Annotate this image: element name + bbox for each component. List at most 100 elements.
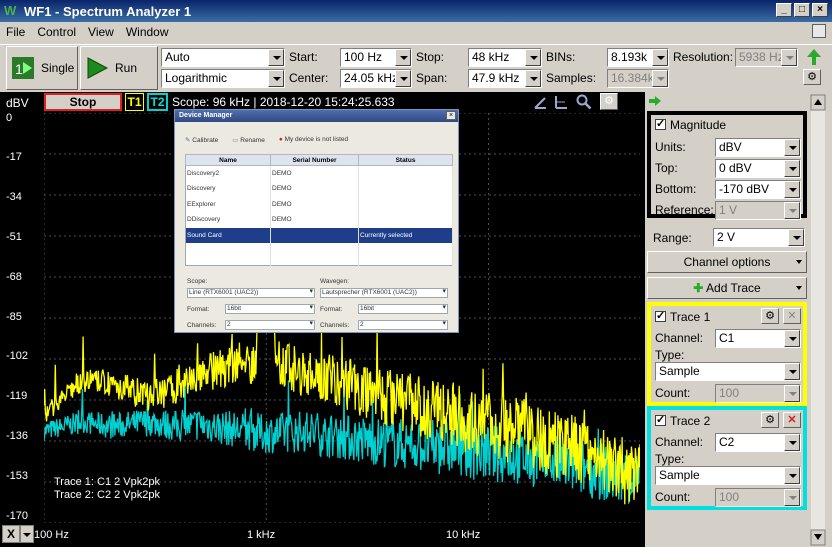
menu-window[interactable]: Window <box>120 25 175 39</box>
trace2-remove-button[interactable]: ✕ <box>783 412 801 428</box>
wavegen-channels-select[interactable]: 2 <box>358 320 448 330</box>
minimize-button[interactable]: _ <box>776 3 792 17</box>
channels-label-wavegen: Channels: <box>320 322 350 329</box>
trace1-checkbox[interactable]: Trace 1 <box>655 309 710 324</box>
y-tick: -17 <box>6 151 22 163</box>
bins-label: BINs: <box>546 50 576 64</box>
not-listed-button[interactable]: ● My device is not listed <box>279 136 348 144</box>
wavegen-format-select[interactable]: 16bit <box>358 304 448 314</box>
arrow-up-icon[interactable] <box>806 48 822 66</box>
trace1-channel-select[interactable]: C1 <box>715 329 801 348</box>
channel-label: Channel: <box>655 435 704 449</box>
gear-icon: ⚙ <box>765 414 775 426</box>
menu-control[interactable]: Control <box>31 25 82 39</box>
trace1-toggle[interactable]: T1 <box>125 93 144 111</box>
arrow-right-icon[interactable] <box>649 96 661 106</box>
center-frequency-input[interactable]: 24.05 kHz <box>340 69 412 88</box>
column-header[interactable]: Serial Number <box>270 154 359 166</box>
cursor-icon[interactable] <box>532 94 548 110</box>
resolution-label: Resolution: <box>673 50 734 64</box>
format-label-wavegen: Format: <box>320 306 343 313</box>
scrollbar[interactable] <box>810 94 826 547</box>
trace1-type-select[interactable]: Sample <box>655 362 801 381</box>
trigger-mode-select[interactable]: Auto <box>161 48 285 67</box>
single-button[interactable]: 1 Single <box>6 46 78 90</box>
trace2-settings-button[interactable]: ⚙ <box>761 412 779 428</box>
device-table: Name Serial Number Status Discovery2 DEMO… <box>185 154 453 266</box>
app-icon: W <box>4 3 17 18</box>
samples-label: Samples: <box>546 71 597 85</box>
menu-view[interactable]: View <box>82 25 120 39</box>
trace2-toggle[interactable]: T2 <box>147 93 168 111</box>
reference-input: 1 V <box>715 201 801 220</box>
channels-label: Channels: <box>187 322 217 329</box>
x-axis-selector[interactable]: X <box>2 525 20 543</box>
scope-info: Scope: 96 kHz | 2018-12-20 15:24:25.633 <box>172 95 395 109</box>
channel-options-button[interactable]: Channel options <box>647 251 807 273</box>
play-icon <box>87 57 109 79</box>
trace1-remove-button: ✕ <box>783 308 801 324</box>
menu-file[interactable]: File <box>0 25 31 39</box>
format-select[interactable]: 16bit <box>225 304 315 314</box>
close-button[interactable]: × <box>812 3 828 17</box>
legend-trace2: Trace 2: C2 2 Vpk2pk <box>54 489 160 501</box>
trace1-group: Trace 1 ⚙ ✕ Channel: C1 Type: Sample Cou… <box>647 302 807 406</box>
wavegen-select[interactable]: Lautsprecher (RTX6001 (UAC2)) <box>320 288 448 298</box>
restore-window-icon[interactable] <box>812 24 826 38</box>
bins-input[interactable]: 8.193k <box>607 48 669 67</box>
add-trace-button[interactable]: ✚ Add Trace <box>647 277 807 299</box>
samples-input: 16.384k <box>607 69 669 88</box>
trace2-type-select[interactable]: Sample <box>655 466 801 485</box>
channels-select[interactable]: 2 <box>225 320 315 330</box>
top-input[interactable]: 0 dBV <box>715 159 801 178</box>
units-select[interactable]: dBV <box>715 138 801 157</box>
bottom-input[interactable]: -170 dBV <box>715 180 801 199</box>
range-label: Range: <box>653 231 692 245</box>
calibrate-button[interactable]: ✎ Calibrate <box>185 136 218 144</box>
y-tick: -85 <box>6 311 22 323</box>
start-frequency-input[interactable]: 100 Hz <box>340 48 412 67</box>
trace2-channel-select[interactable]: C2 <box>715 433 801 452</box>
run-button[interactable]: Run <box>80 46 158 90</box>
x-axis-dropdown[interactable] <box>20 525 34 543</box>
column-header[interactable]: Status <box>358 154 453 166</box>
y-tick: -136 <box>6 430 29 442</box>
error-icon: ● <box>278 136 283 143</box>
scope-device-label: Scope: <box>187 278 208 285</box>
stop-button[interactable]: Stop <box>44 93 122 111</box>
table-row[interactable]: Discovery DEMO <box>185 181 453 197</box>
bottom-label: Bottom: <box>655 182 697 196</box>
reference-label: Reference: <box>655 203 714 217</box>
window-title: WF1 - Spectrum Analyzer 1 <box>24 3 192 19</box>
trace2-count-input: 100 <box>715 488 801 507</box>
table-row-selected[interactable]: Sound Card Currently selected <box>185 227 453 243</box>
maximize-button[interactable]: □ <box>794 3 810 17</box>
center-label: Center: <box>289 71 329 85</box>
y-tick: -68 <box>6 271 22 283</box>
svg-text:1: 1 <box>15 61 23 77</box>
scope-device-select[interactable]: Line (RTX6001 (UAC2)) <box>187 288 315 298</box>
y-tick: -153 <box>6 470 29 482</box>
plus-icon: ✚ <box>693 281 704 295</box>
trace2-checkbox[interactable]: Trace 2 <box>655 413 710 428</box>
scale-select[interactable]: Logarithmic <box>161 69 285 88</box>
trace2-group: Trace 2 ⚙ ✕ Channel: C2 Type: Sample Cou… <box>647 406 807 510</box>
y-unit-label: dBV <box>6 96 29 110</box>
settings-gear-button[interactable]: ⚙ <box>803 69 821 85</box>
range-select[interactable]: 2 V <box>713 228 805 247</box>
table-row[interactable]: EExplorer DEMO <box>185 196 453 212</box>
table-row[interactable]: DDiscovery DEMO <box>185 212 453 228</box>
scope-settings-button[interactable]: ⚙ <box>600 93 618 110</box>
rename-button[interactable]: ▭ Rename <box>232 136 265 144</box>
stop-label: Stop: <box>416 50 445 64</box>
zoom-icon[interactable] <box>576 94 592 110</box>
table-row[interactable]: Discovery2 DEMO <box>185 165 453 181</box>
x-tick: 10 kHz <box>446 529 481 541</box>
span-input[interactable]: 47.9 kHz <box>468 69 542 88</box>
magnitude-checkbox[interactable]: Magnitude <box>655 117 726 132</box>
dialog-close-button[interactable]: × <box>446 111 456 120</box>
trace1-settings-button[interactable]: ⚙ <box>761 308 779 324</box>
stop-frequency-input[interactable]: 48 kHz <box>468 48 542 67</box>
column-header[interactable]: Name <box>185 154 271 166</box>
measure-icon[interactable] <box>553 94 569 110</box>
